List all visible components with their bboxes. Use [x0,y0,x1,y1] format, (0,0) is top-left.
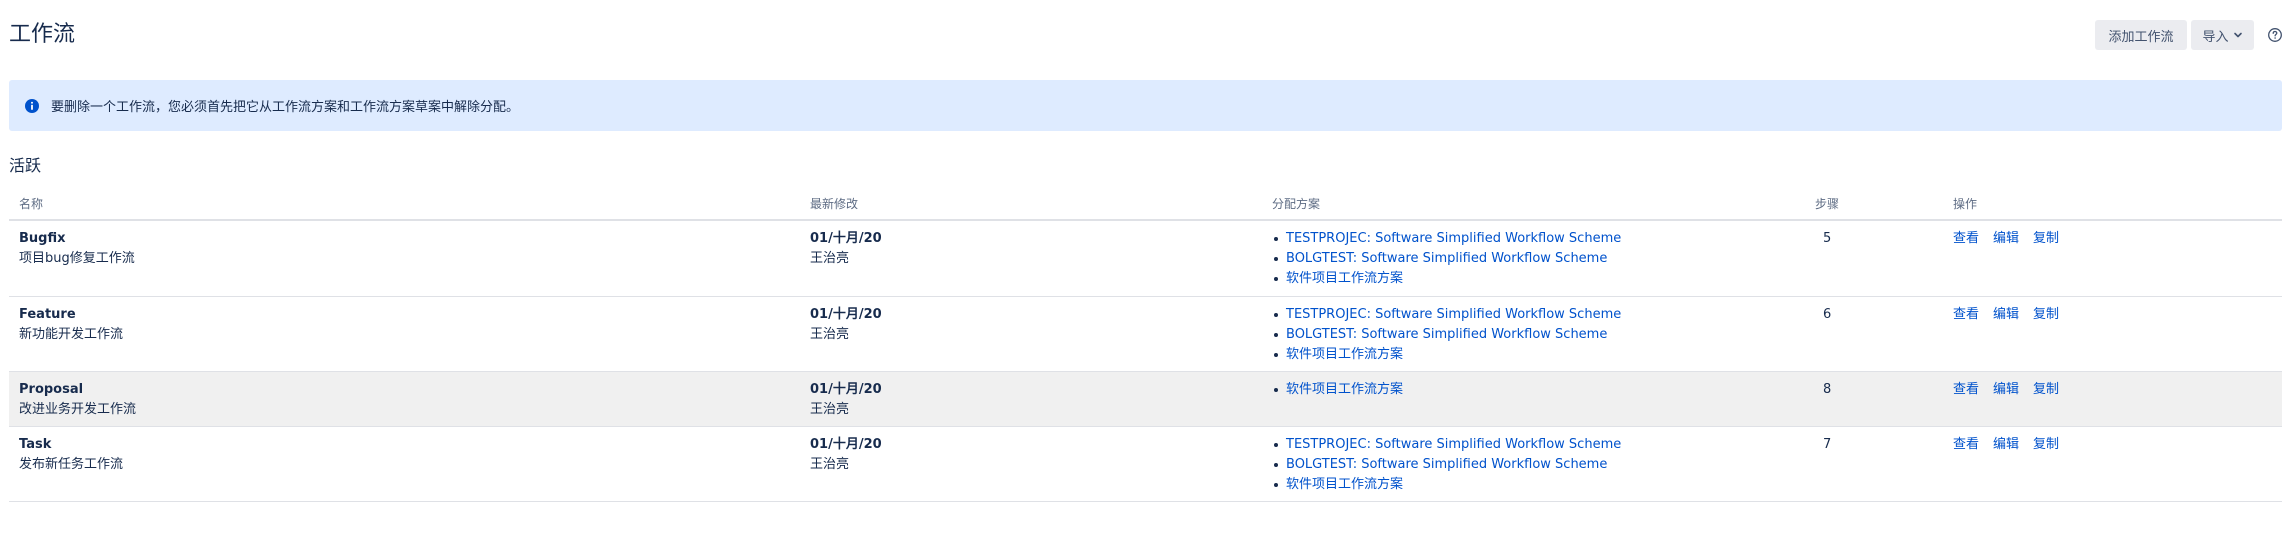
scheme-item: 软件项目工作流方案 [1272,269,1621,289]
modified-author: 王治亮 [810,251,850,266]
scheme-list: 软件项目工作流方案 [1272,380,1403,400]
page-title: 工作流 [9,22,76,47]
view-link[interactable]: 查看 [1953,305,1979,325]
table-row: Feature 新功能开发工作流 01/十月/20 王治亮 TESTPROJEC… [9,297,2282,372]
workflow-description: 新功能开发工作流 [19,327,124,342]
schemes-cell: TESTPROJEC: Software Simplified Workflow… [1272,305,1621,365]
scheme-list: TESTPROJEC: Software Simplified Workflow… [1272,435,1621,495]
scheme-item: TESTPROJEC: Software Simplified Workflow… [1272,305,1621,325]
scheme-item: TESTPROJEC: Software Simplified Workflow… [1272,229,1621,249]
steps-count: 8 [1823,382,1832,397]
column-header-name: 名称 [19,197,44,211]
modified-cell: 01/十月/20 王治亮 [810,435,882,475]
scheme-item: TESTPROJEC: Software Simplified Workflow… [1272,435,1621,455]
scheme-item: 软件项目工作流方案 [1272,380,1403,400]
view-link[interactable]: 查看 [1953,435,1979,455]
table-row: Bugfix 项目bug修复工作流 01/十月/20 王治亮 TESTPROJE… [9,221,2282,297]
workflow-name: Task [19,437,52,452]
scheme-list: TESTPROJEC: Software Simplified Workflow… [1272,229,1621,289]
copy-link[interactable]: 复制 [2033,229,2059,249]
scheme-list: TESTPROJEC: Software Simplified Workflow… [1272,305,1621,365]
help-button[interactable] [2260,20,2290,50]
table-row: Task 发布新任务工作流 01/十月/20 王治亮 TESTPROJEC: S… [9,427,2282,502]
scheme-item: BOLGTEST: Software Simplified Workflow S… [1272,455,1621,475]
column-header-schemes: 分配方案 [1272,197,1321,211]
view-link[interactable]: 查看 [1953,229,1979,249]
view-link[interactable]: 查看 [1953,380,1979,400]
workflows-page: 工作流 添加工作流 导入 要删除一个工作流，您必须首先把它从工作流方案和工作流方… [0,0,2290,556]
info-circle-icon [25,98,39,113]
banner-message: 要删除一个工作流，您必须首先把它从工作流方案和工作流方案草案中解除分配。 [51,100,520,115]
question-circle-icon [2268,28,2282,42]
modified-author: 王治亮 [810,402,850,417]
modified-cell: 01/十月/20 王治亮 [810,380,882,420]
scheme-item: BOLGTEST: Software Simplified Workflow S… [1272,249,1621,269]
column-header-modified: 最新修改 [810,197,859,211]
workflow-name-cell: Bugfix 项目bug修复工作流 [19,229,135,269]
scheme-link[interactable]: TESTPROJEC: Software Simplified Workflow… [1286,307,1621,322]
scheme-link[interactable]: BOLGTEST: Software Simplified Workflow S… [1286,251,1607,266]
table-header: 名称 最新修改 分配方案 步骤 操作 [9,190,2282,221]
workflow-description: 改进业务开发工作流 [19,402,137,417]
scheme-link[interactable]: 软件项目工作流方案 [1286,347,1403,362]
edit-link[interactable]: 编辑 [1993,305,2019,325]
workflow-name: Proposal [19,382,84,397]
modified-date: 01/十月/20 [810,437,882,452]
modified-author: 王治亮 [810,327,850,342]
table-row: Proposal 改进业务开发工作流 01/十月/20 王治亮 软件项目工作流方… [9,372,2282,427]
schemes-cell: TESTPROJEC: Software Simplified Workflow… [1272,229,1621,289]
copy-link[interactable]: 复制 [2033,380,2059,400]
actions-cell: 查看 编辑 复制 [1953,435,2059,455]
modified-cell: 01/十月/20 王治亮 [810,229,882,269]
import-button-label: 导入 [2202,29,2229,45]
add-workflow-button[interactable]: 添加工作流 [2095,20,2187,50]
info-banner: 要删除一个工作流，您必须首先把它从工作流方案和工作流方案草案中解除分配。 [9,80,2282,131]
workflow-description: 发布新任务工作流 [19,457,124,472]
schemes-cell: 软件项目工作流方案 [1272,380,1403,400]
section-heading-active: 活跃 [9,156,42,175]
copy-link[interactable]: 复制 [2033,435,2059,455]
modified-cell: 01/十月/20 王治亮 [810,305,882,345]
scheme-link[interactable]: TESTPROJEC: Software Simplified Workflow… [1286,231,1621,246]
steps-count: 7 [1823,437,1832,452]
workflow-name-cell: Proposal 改进业务开发工作流 [19,380,136,420]
import-dropdown-button[interactable]: 导入 [2191,20,2254,50]
actions-cell: 查看 编辑 复制 [1953,380,2059,400]
workflow-name: Bugfix [19,231,66,246]
workflow-description: 项目bug修复工作流 [19,251,135,266]
modified-author: 王治亮 [810,457,850,472]
scheme-link[interactable]: BOLGTEST: Software Simplified Workflow S… [1286,327,1607,342]
edit-link[interactable]: 编辑 [1993,229,2019,249]
edit-link[interactable]: 编辑 [1993,380,2019,400]
steps-count: 5 [1823,231,1832,246]
scheme-link[interactable]: 软件项目工作流方案 [1286,382,1403,397]
modified-date: 01/十月/20 [810,382,882,397]
scheme-item: 软件项目工作流方案 [1272,345,1621,365]
workflow-name-cell: Feature 新功能开发工作流 [19,305,123,345]
scheme-link[interactable]: TESTPROJEC: Software Simplified Workflow… [1286,437,1621,452]
scheme-link[interactable]: 软件项目工作流方案 [1286,477,1403,492]
chevron-down-icon [2233,32,2242,38]
schemes-cell: TESTPROJEC: Software Simplified Workflow… [1272,435,1621,495]
column-header-actions: 操作 [1953,197,1978,211]
scheme-link[interactable]: 软件项目工作流方案 [1286,271,1403,286]
actions-cell: 查看 编辑 复制 [1953,305,2059,325]
edit-link[interactable]: 编辑 [1993,435,2019,455]
workflows-table: 名称 最新修改 分配方案 步骤 操作 Bugfix 项目bug修复工作流 01/… [9,190,2282,502]
modified-date: 01/十月/20 [810,307,882,322]
actions-cell: 查看 编辑 复制 [1953,229,2059,249]
workflow-name-cell: Task 发布新任务工作流 [19,435,123,475]
steps-count: 6 [1823,307,1832,322]
next-section-heading-fragment: … [9,547,25,556]
workflow-name: Feature [19,307,76,322]
modified-date: 01/十月/20 [810,231,882,246]
scheme-item: BOLGTEST: Software Simplified Workflow S… [1272,325,1621,345]
scheme-item: 软件项目工作流方案 [1272,475,1621,495]
scheme-link[interactable]: BOLGTEST: Software Simplified Workflow S… [1286,457,1607,472]
column-header-steps: 步骤 [1815,197,1840,211]
header-actions: 添加工作流 导入 [2095,20,2290,50]
copy-link[interactable]: 复制 [2033,305,2059,325]
